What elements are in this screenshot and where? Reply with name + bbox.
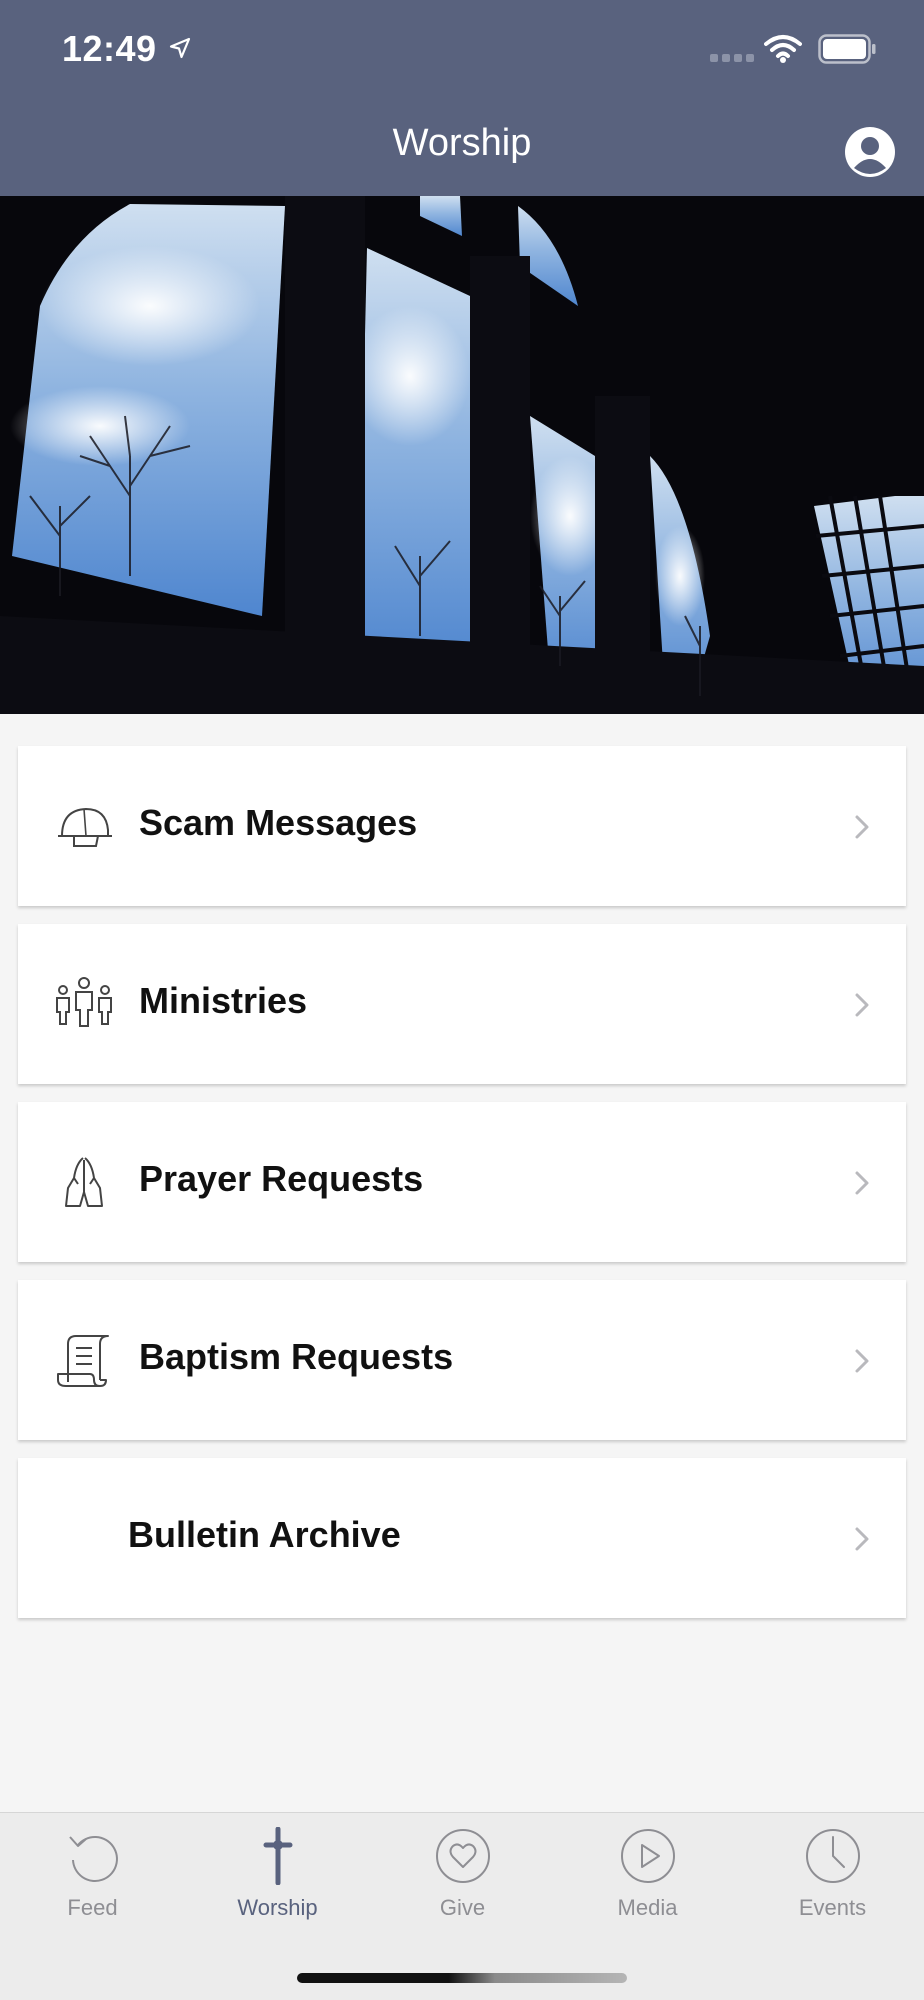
cellular-signal-icon [710, 54, 754, 62]
tab-give[interactable]: Give [370, 1827, 555, 1947]
menu-item-label: Scam Messages [139, 802, 418, 843]
status-bar: 12:49 [0, 0, 924, 100]
tab-label: Feed [67, 1895, 118, 1920]
play-icon [620, 1829, 675, 1883]
church-windows-photo [0, 196, 924, 714]
menu-item-scam-messages[interactable]: Scam Messages [18, 746, 906, 906]
tab-label: Media [617, 1895, 678, 1920]
chevron-right-icon [855, 1171, 869, 1195]
user-circle-icon[interactable] [844, 126, 896, 178]
chevron-right-icon [855, 1527, 869, 1551]
tab-media[interactable]: Media [555, 1827, 740, 1947]
people-group-icon [56, 977, 112, 1027]
cross-icon [263, 1827, 292, 1885]
helmet-icon [58, 807, 112, 847]
menu-item-label: Baptism Requests [139, 1336, 454, 1377]
wifi-icon [764, 35, 802, 63]
menu-item-label: Prayer Requests [139, 1158, 424, 1199]
menu-item-baptism-requests[interactable]: Baptism Requests [18, 1280, 906, 1440]
tab-feed[interactable]: Feed [0, 1827, 185, 1947]
tab-label: Worship [237, 1895, 318, 1920]
chevron-right-icon [855, 1349, 869, 1373]
worship-menu-list: Scam Messages Ministries Prayer Requests… [18, 746, 906, 1636]
menu-item-label: Bulletin Archive [128, 1514, 401, 1555]
tab-label: Give [439, 1895, 486, 1920]
chevron-right-icon [855, 815, 869, 839]
tab-worship[interactable]: Worship [185, 1827, 370, 1947]
tab-label: Events [798, 1895, 867, 1920]
battery-icon [818, 34, 876, 64]
tab-bar: Feed Worship Give Media Events [0, 1812, 924, 2000]
navigation-header: 12:49 Worship [0, 0, 924, 196]
tab-events[interactable]: Events [740, 1827, 924, 1947]
status-time: 12:49 [62, 28, 157, 69]
heart-icon [435, 1829, 490, 1883]
menu-item-label: Ministries [139, 980, 308, 1021]
chevron-right-icon [855, 993, 869, 1017]
clock-icon [805, 1829, 860, 1883]
scroll-icon [57, 1335, 109, 1387]
praying-hands-icon [65, 1157, 103, 1207]
refresh-icon [68, 1835, 118, 1882]
page-title: Worship [392, 122, 532, 164]
menu-item-bulletin-archive[interactable]: Bulletin Archive [18, 1458, 906, 1618]
location-arrow-icon [169, 37, 191, 59]
menu-item-ministries[interactable]: Ministries [18, 924, 906, 1084]
hero-image [0, 196, 924, 714]
menu-item-prayer-requests[interactable]: Prayer Requests [18, 1102, 906, 1262]
home-indicator[interactable] [297, 1973, 627, 1983]
